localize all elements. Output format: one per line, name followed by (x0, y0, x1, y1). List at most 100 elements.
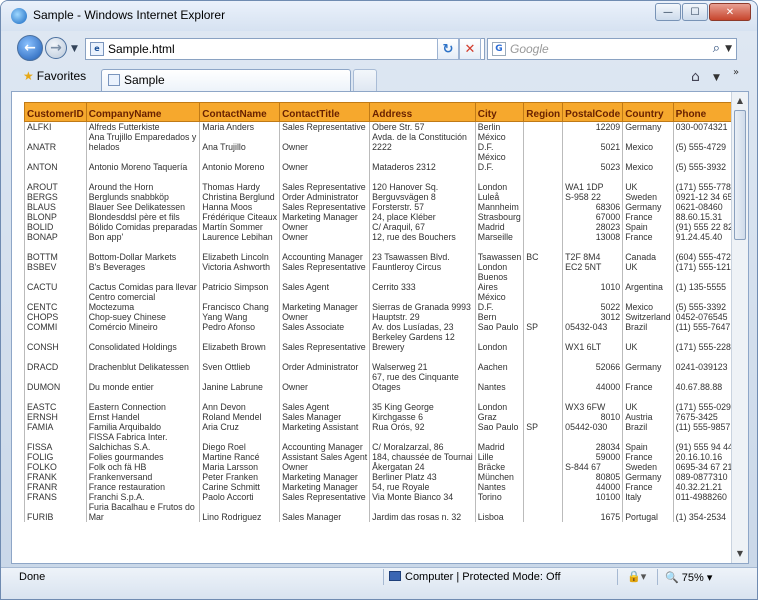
ie-logo-icon (11, 8, 27, 24)
zoom-text: 75% (681, 572, 704, 584)
table-row: BOTTM Bottom-Dollar Markets Elizabeth Linc… (24, 242, 748, 262)
table-cell: Antonio Moreno (199, 152, 281, 172)
table-cell: Spain (622, 432, 674, 452)
table-cell: Thomas Hardy (199, 172, 281, 192)
table-cell: Sales Manager (279, 412, 371, 422)
address-url[interactable]: Sample.html (108, 42, 175, 56)
table-cell: Germany (622, 121, 674, 132)
table-cell: Kirchgasse 6 (369, 412, 476, 422)
table-row: ANTON Antonio Moreno Taquería Antonio More… (24, 152, 748, 172)
table-cell: 59000 (562, 452, 624, 462)
search-box[interactable]: G Google ⌕ ▼ (487, 38, 737, 60)
table-cell: Laurence Lebihan (199, 232, 281, 242)
table-cell: Luleå (474, 192, 525, 202)
page-content: CustomerID CompanyName ContactName ContactT… (11, 91, 749, 564)
recent-pages-dropdown-icon[interactable]: ▼ (71, 44, 78, 54)
table-cell: Victoria Ashworth (199, 262, 281, 272)
table-cell: FAMIA (24, 422, 87, 432)
scroll-up-icon[interactable]: ▲ (733, 93, 747, 109)
close-button[interactable]: ✕ (709, 3, 751, 21)
table-cell: (5) 555-3392 (672, 292, 739, 312)
table-cell: ANATR (24, 132, 87, 152)
table-cell: 28034 (562, 432, 624, 452)
tab-bar: ★ Favorites Sample ⌂ ▼ » (1, 67, 757, 91)
table-cell: (11) 555-7647 (672, 322, 739, 332)
table-cell: Pedro Afonso (199, 322, 281, 332)
table-cell: Via Monte Bianco 34 (369, 492, 476, 502)
search-icon[interactable]: ⌕ (713, 41, 720, 56)
table-cell: ALFKI (24, 121, 87, 132)
home-icon[interactable]: ⌂ (691, 69, 700, 85)
zoom-level[interactable]: 🔍 75% ▾ (665, 571, 712, 584)
navigation-bar: ← → ▼ e Sample.html ▼ ↻ ✕ G Google ⌕ ▼ (1, 31, 757, 67)
table-cell: London (474, 172, 525, 192)
table-cell: 10100 (562, 492, 624, 502)
table-cell: 05442-030 (562, 422, 624, 432)
table-cell: Sweden (622, 192, 674, 202)
table-cell (523, 372, 564, 392)
table-cell: Martín Sommer (199, 222, 281, 232)
minimize-button[interactable]: — (655, 3, 681, 21)
table-cell: Austria (622, 412, 674, 422)
tab-sample[interactable]: Sample (101, 69, 351, 91)
table-cell: Cerrito 333 (369, 272, 476, 292)
address-bar[interactable]: e Sample.html ▼ (85, 38, 485, 60)
table-cell: Brazil (622, 322, 674, 332)
search-placeholder[interactable]: Google (510, 42, 549, 56)
table-cell: Eastern Connection (85, 392, 201, 412)
status-bar: Done Computer | Protected Mode: Off 🔒▾ 🔍… (1, 567, 757, 599)
table-cell: FOLIG (24, 452, 87, 462)
refresh-button[interactable]: ↻ (437, 38, 459, 60)
table-cell: 52066 (562, 352, 624, 372)
table-cell: Blauer See Delikatessen (85, 202, 201, 212)
table-cell: Portugal (622, 502, 674, 522)
home-dropdown-icon[interactable]: ▼ (713, 73, 720, 83)
table-cell: BLAUS (24, 202, 87, 212)
table-body: ALFKI Alfreds Futterkiste Maria Anders Sale… (24, 121, 748, 522)
table-cell: BONAP (24, 232, 87, 242)
scroll-down-icon[interactable]: ▼ (733, 546, 747, 562)
scroll-thumb[interactable] (734, 110, 746, 240)
table-cell: FRANR (24, 482, 87, 492)
favorites-button[interactable]: ★ Favorites (23, 69, 86, 83)
table-cell: WA1 1DP (562, 172, 624, 192)
forward-button[interactable]: → (45, 37, 67, 59)
table-cell: Madrid (474, 432, 525, 452)
table-cell: (171) 555-7788 (672, 172, 739, 192)
search-options-dropdown-icon[interactable]: ▼ (725, 44, 732, 54)
table-cell: (1) 354-2534 (672, 502, 739, 522)
window-controls: — ☐ ✕ (655, 3, 751, 21)
table-cell: FURIB (24, 502, 87, 522)
more-tools-chevron-icon[interactable]: » (733, 67, 739, 78)
table-cell: Marketing Manager (279, 212, 371, 222)
favorites-star-icon: ★ (23, 69, 34, 83)
table-cell: Owner (279, 232, 371, 242)
table-cell: FISSA (24, 432, 87, 452)
table-cell: 0621-08460 (672, 202, 739, 212)
table-cell: Accounting Manager (279, 432, 371, 452)
security-zone[interactable]: Computer | Protected Mode: Off (389, 571, 561, 583)
new-tab-button[interactable] (353, 69, 377, 91)
table-cell: CENTC (24, 292, 87, 312)
table-cell: Owner (279, 132, 371, 152)
back-button[interactable]: ← (17, 35, 43, 61)
table-cell: Alfreds Futterkiste (85, 121, 201, 132)
table-cell: (171) 555-2282 (672, 332, 739, 352)
table-cell: Diego Roel (199, 432, 281, 452)
stop-button[interactable]: ✕ (459, 38, 481, 60)
table-cell: 12, rue des Bouchers (369, 232, 476, 242)
table-cell: Argentina (622, 272, 674, 292)
table-cell: Accounting Manager (279, 242, 371, 262)
table-cell: Owner (279, 372, 371, 392)
table-cell: 030-0074321 (672, 121, 739, 132)
vertical-scrollbar[interactable]: ▲ ▼ (731, 92, 748, 563)
table-cell (523, 482, 564, 492)
table-row: CACTU Cactus Comidas para llevar Patricio … (24, 272, 748, 292)
table-cell: 1675 (562, 502, 624, 522)
protected-mode-icon[interactable]: 🔒▾ (627, 570, 646, 583)
table-cell (523, 132, 564, 152)
maximize-button[interactable]: ☐ (682, 3, 708, 21)
table-cell: Sao Paulo (474, 322, 525, 332)
status-text: Done (19, 571, 46, 583)
table-cell: Tsawassen (474, 242, 525, 262)
